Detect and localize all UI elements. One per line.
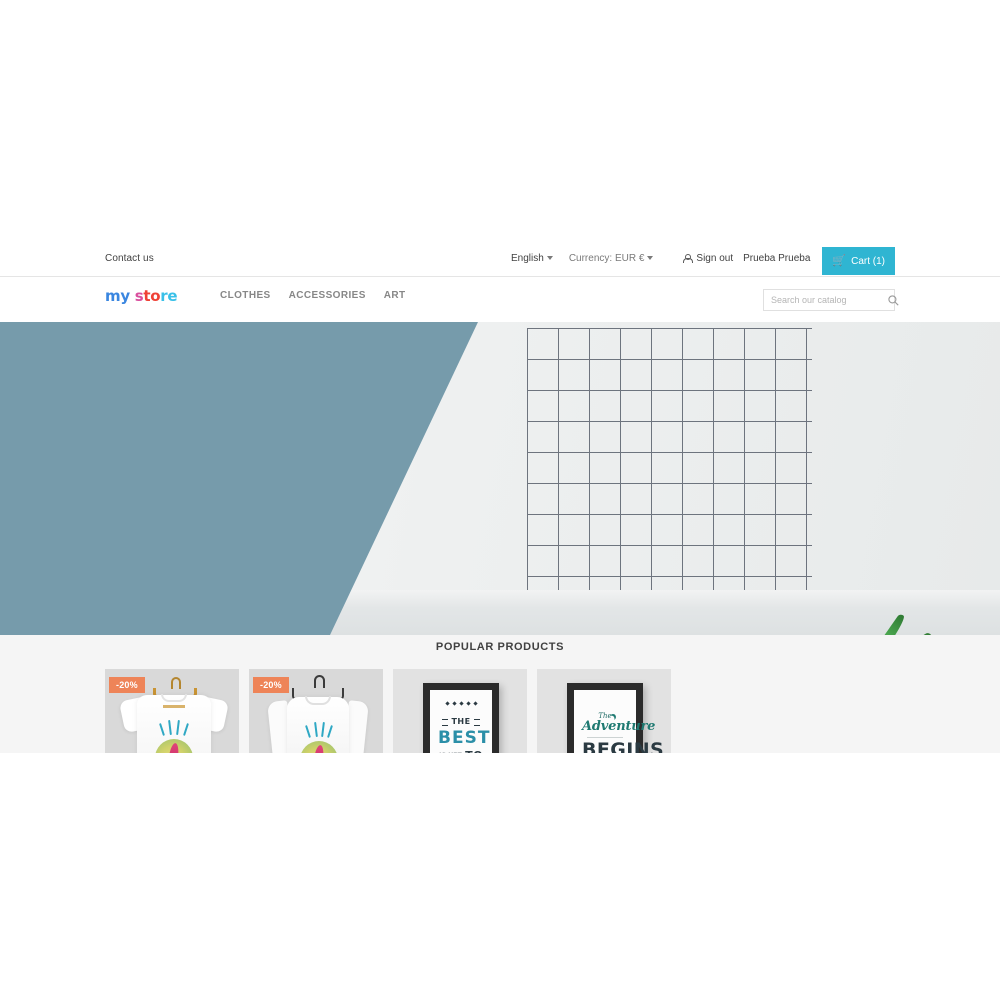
top-bar-inner: Contact us English Currency: EUR € Sign …: [105, 245, 895, 277]
tshirt-tag: [163, 705, 185, 708]
tshirt-collar: [161, 694, 187, 702]
sign-out-label: Sign out: [696, 253, 734, 264]
product-thumbnail[interactable]: -20%: [105, 669, 239, 753]
poster-artwork: The Adventure BEGINS: [582, 712, 665, 753]
sign-out-button[interactable]: Sign out: [683, 245, 733, 264]
hero-banner[interactable]: A: [0, 322, 1000, 635]
language-label: English: [511, 253, 544, 264]
currency-label: Currency:: [568, 253, 613, 264]
photo-wire-grid-panel: [527, 328, 812, 590]
poster-divider: [586, 737, 624, 739]
search-icon[interactable]: [888, 290, 899, 310]
chevron-down-icon: [647, 255, 654, 260]
nav-item-art[interactable]: ART: [384, 290, 406, 301]
top-bar-right-group: English Currency: EUR € Sign out Prueba …: [511, 245, 895, 277]
site-header-inner: my store CLOTHES ACCESSORIES ART: [105, 278, 899, 322]
product-card[interactable]: THE BEST IS YET TO COME: [393, 669, 527, 753]
search-box[interactable]: [763, 289, 899, 311]
poster-line-begins: BEGINS: [582, 739, 665, 753]
product-grid: -20% -20% THE BEST The Adventure BEGINS: [105, 669, 895, 753]
top-bar: Contact us English Currency: EUR € Sign …: [0, 245, 1000, 277]
hanger-hook-icon: [314, 675, 325, 688]
poster-frame: The Adventure BEGINS: [567, 683, 665, 753]
product-thumbnail[interactable]: -20%: [249, 669, 383, 753]
poster-line-isyet: IS YET: [439, 752, 462, 753]
poster-mat: The Adventure BEGINS: [574, 690, 665, 753]
product-thumbnail[interactable]: The Adventure BEGINS: [537, 669, 671, 753]
chevron-down-icon: [546, 255, 553, 260]
account-name-link[interactable]: Prueba Prueba: [743, 245, 810, 264]
store-logo[interactable]: my store: [105, 287, 178, 305]
product-card[interactable]: The Adventure BEGINS: [537, 669, 671, 753]
search-input[interactable]: [764, 295, 888, 305]
nav-item-accessories[interactable]: ACCESSORIES: [289, 290, 366, 301]
poster-line-to: TO: [465, 749, 483, 753]
product-card[interactable]: -20%: [249, 669, 383, 753]
cart-button[interactable]: 🛒 Cart (1): [822, 247, 895, 275]
poster-line-the: THE: [442, 717, 480, 726]
product-thumbnail[interactable]: THE BEST IS YET TO COME: [393, 669, 527, 753]
poster-frame: THE BEST IS YET TO COME: [423, 683, 499, 753]
popular-products-section: POPULAR PRODUCTS -20% -20% THE BEST The …: [0, 635, 1000, 753]
product-card[interactable]: -20%: [105, 669, 239, 753]
poster-line-adventure: Adventure: [582, 719, 656, 734]
cart-label: Cart (1): [851, 255, 885, 267]
discount-badge: -20%: [253, 677, 289, 693]
currency-selector[interactable]: Currency: EUR €: [569, 245, 654, 264]
logo-part-2: s: [129, 287, 144, 305]
popular-products-title: POPULAR PRODUCTS: [435, 641, 565, 653]
logo-part-4: re: [160, 287, 178, 305]
contact-us-link[interactable]: Contact us: [105, 253, 154, 264]
currency-value: EUR €: [614, 253, 645, 264]
poster-line-best: BEST: [438, 728, 491, 748]
poster-line-isyet-to: IS YET TO: [438, 749, 484, 753]
poster-artwork: THE BEST IS YET TO COME: [438, 701, 491, 753]
nav-item-clothes[interactable]: CLOTHES: [220, 290, 271, 301]
main-navigation: CLOTHES ACCESSORIES ART: [220, 290, 406, 301]
logo-part-3: to: [143, 287, 161, 305]
site-header: my store CLOTHES ACCESSORIES ART: [0, 278, 1000, 322]
discount-badge: -20%: [109, 677, 145, 693]
poster-dots: [438, 701, 484, 706]
logo-part-1: my: [105, 287, 130, 305]
shopping-cart-icon: 🛒: [832, 254, 847, 267]
poster-mat: THE BEST IS YET TO COME: [430, 690, 492, 753]
user-icon: [683, 253, 694, 264]
page-root: Contact us English Currency: EUR € Sign …: [0, 0, 1000, 1000]
language-selector[interactable]: English: [511, 245, 553, 264]
